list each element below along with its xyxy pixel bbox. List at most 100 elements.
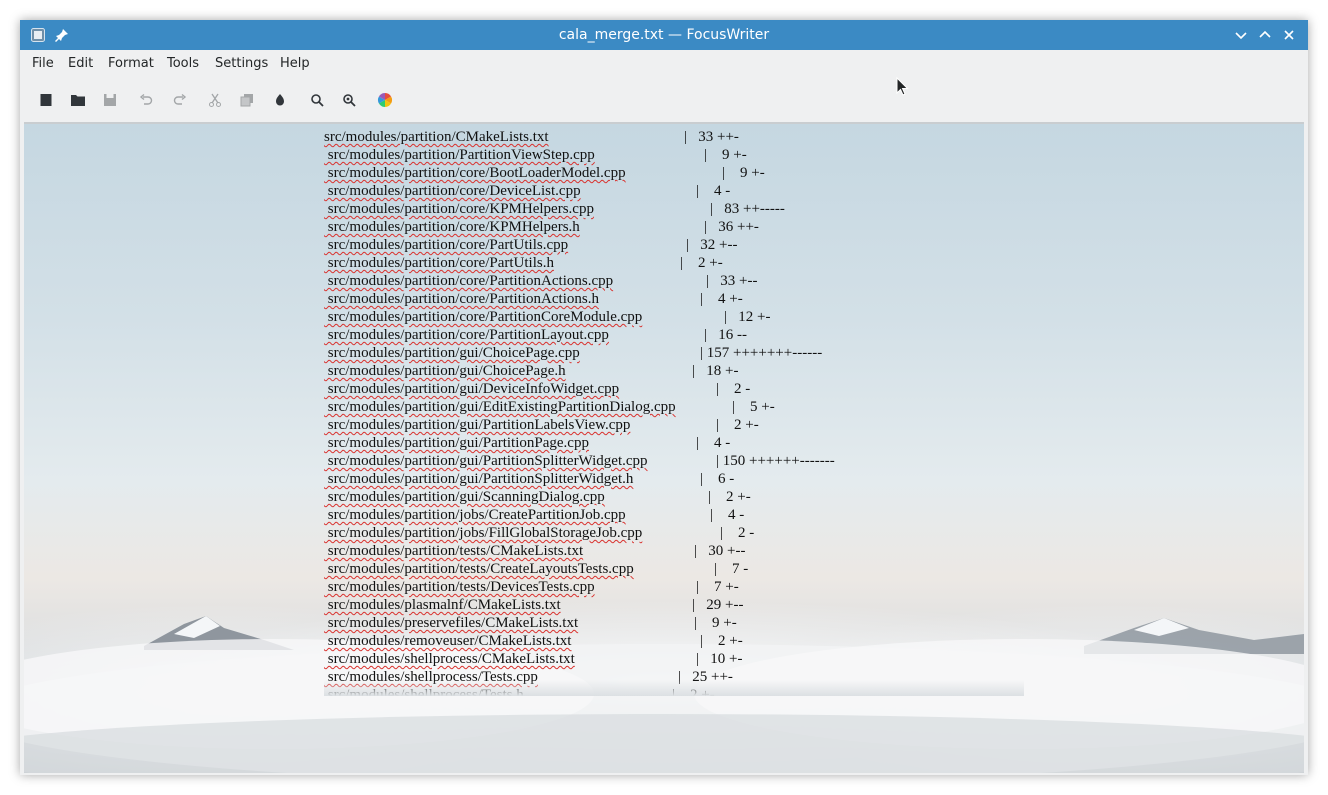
diff-stat-text: | 2 +- <box>716 417 759 433</box>
document-line: src/modules/partition/tests/DevicesTests… <box>324 578 1024 596</box>
diff-stat-text: | 4 - <box>696 183 731 199</box>
diff-stat-text: | 83 ++----- <box>710 201 785 217</box>
open-icon[interactable] <box>69 91 87 109</box>
document-line: src/modules/partition/gui/PartitionSplit… <box>324 470 1024 488</box>
diff-stat-text: | 4 - <box>696 435 731 451</box>
document-text-area[interactable]: src/modules/partition/CMakeLists.txt | 33… <box>324 128 1024 696</box>
document-line: src/modules/partition/jobs/FillGlobalSto… <box>324 524 1024 542</box>
diff-stat-text: | 12 +- <box>724 309 771 325</box>
diff-stat-text: | 29 +-- <box>692 597 744 613</box>
window-title: cala_merge.txt — FocusWriter <box>558 27 770 43</box>
file-path-text: src/modules/partition/tests/CreateLayout… <box>324 561 634 577</box>
focuswriter-window: cala_merge.txt — FocusWriter File Edit F… <box>20 20 1308 775</box>
document-line: src/modules/partition/jobs/CreatePartiti… <box>324 506 1024 524</box>
replace-icon[interactable] <box>340 91 358 109</box>
redo-icon[interactable] <box>171 91 189 109</box>
file-path-text: src/modules/partition/gui/PartitionPage.… <box>324 435 589 451</box>
file-path-text: src/modules/plasmalnf/CMakeLists.txt <box>324 597 561 613</box>
diff-stat-text: | 150 ++++++------- <box>716 453 835 469</box>
file-path-text: src/modules/partition/core/PartitionLayo… <box>324 327 609 343</box>
file-path-text: src/modules/partition/gui/DeviceInfoWidg… <box>324 381 620 397</box>
document-line: src/modules/partition/core/DeviceList.cp… <box>324 182 1024 200</box>
menu-tools[interactable]: Tools <box>167 56 199 71</box>
file-path-text: src/modules/partition/gui/PartitionSplit… <box>324 453 648 469</box>
file-path-text: src/modules/partition/core/PartitionActi… <box>324 291 599 307</box>
copy-icon[interactable] <box>238 91 256 109</box>
document-line: src/modules/plasmalnf/CMakeLists.txt | 29… <box>324 596 1024 614</box>
document-line: src/modules/preservefiles/CMakeLists.txt… <box>324 614 1024 632</box>
diff-stat-text: | 10 +- <box>696 651 743 667</box>
file-path-text: src/modules/partition/jobs/CreatePartiti… <box>324 507 626 523</box>
document-line: src/modules/partition/gui/PartitionPage.… <box>324 434 1024 452</box>
chevron-down-icon[interactable] <box>1232 26 1250 44</box>
diff-stat-text: | 7 - <box>714 561 749 577</box>
diff-stat-text: | 2 - <box>716 381 751 397</box>
file-path-text: src/modules/partition/tests/CMakeLists.t… <box>324 543 584 559</box>
document-line: src/modules/partition/core/PartUtils.cpp… <box>324 236 1024 254</box>
menu-format[interactable]: Format <box>108 56 154 71</box>
document-line: src/modules/partition/gui/PartitionLabel… <box>324 416 1024 434</box>
title-bar[interactable]: cala_merge.txt — FocusWriter <box>20 20 1308 50</box>
file-path-text: src/modules/partition/CMakeLists.txt <box>324 129 549 145</box>
diff-stat-text: | 9 +- <box>704 147 747 163</box>
diff-stat-text: | 2 +- <box>680 255 723 271</box>
menu-file[interactable]: File <box>32 56 54 71</box>
document-line: src/modules/partition/core/PartitionActi… <box>324 290 1024 308</box>
file-path-text: src/modules/shellprocess/CMakeLists.txt <box>324 651 575 667</box>
diff-stat-text: | 30 +-- <box>694 543 746 559</box>
document-line: src/modules/partition/core/KPMHelpers.cp… <box>324 200 1024 218</box>
pin-icon[interactable] <box>54 27 70 43</box>
file-path-text: src/modules/partition/core/PartitionActi… <box>324 273 614 289</box>
document-line: src/modules/partition/tests/CreateLayout… <box>324 560 1024 578</box>
file-path-text: src/modules/partition/core/PartitionCore… <box>324 309 643 325</box>
document-line: src/modules/partition/PartitionViewStep.… <box>324 146 1024 164</box>
document-line: src/modules/partition/gui/DeviceInfoWidg… <box>324 380 1024 398</box>
diff-stat-text: | 18 +- <box>692 363 739 379</box>
diff-stat-text: | 9 +- <box>694 615 737 631</box>
document-line: src/modules/partition/gui/EditExistingPa… <box>324 398 1024 416</box>
diff-stat-text: | 16 -- <box>704 327 747 343</box>
find-icon[interactable] <box>308 91 326 109</box>
diff-stat-text: | 7 +- <box>696 579 739 595</box>
file-path-text: src/modules/partition/core/KPMHelpers.cp… <box>324 201 594 217</box>
file-path-text: src/modules/preservefiles/CMakeLists.txt <box>324 615 579 631</box>
editor-background: src/modules/partition/CMakeLists.txt | 33… <box>24 122 1304 773</box>
diff-stat-text: | 9 +- <box>722 165 765 181</box>
diff-stat-text: | 33 ++- <box>684 129 739 145</box>
scroll-fade <box>324 680 1024 696</box>
file-path-text: src/modules/partition/core/KPMHelpers.h <box>324 219 580 235</box>
app-menu-icon[interactable] <box>30 27 46 43</box>
document-line: src/modules/partition/gui/ScanningDialog… <box>324 488 1024 506</box>
diff-stat-text: | 4 - <box>710 507 745 523</box>
file-path-text: src/modules/partition/core/PartUtils.cpp <box>324 237 569 253</box>
file-path-text: src/modules/partition/gui/EditExistingPa… <box>324 399 676 415</box>
new-icon[interactable] <box>37 91 55 109</box>
themes-icon[interactable] <box>376 91 394 109</box>
document-line: src/modules/partition/core/PartitionCore… <box>324 308 1024 326</box>
diff-stat-text: | 2 +- <box>700 633 743 649</box>
document-line: src/modules/partition/core/PartUtils.h | … <box>324 254 1024 272</box>
menu-settings[interactable]: Settings <box>215 56 268 71</box>
diff-stat-text: | 157 +++++++------ <box>700 345 823 361</box>
close-icon[interactable] <box>1280 26 1298 44</box>
chevron-up-icon[interactable] <box>1256 26 1274 44</box>
file-path-text: src/modules/partition/PartitionViewStep.… <box>324 147 595 163</box>
document-line: src/modules/partition/CMakeLists.txt | 33… <box>324 128 1024 146</box>
menu-help[interactable]: Help <box>280 56 310 71</box>
paste-icon[interactable] <box>271 91 289 109</box>
menu-edit[interactable]: Edit <box>68 56 93 71</box>
save-icon[interactable] <box>101 91 119 109</box>
file-path-text: src/modules/partition/gui/ChoicePage.h <box>324 363 566 379</box>
undo-icon[interactable] <box>137 91 155 109</box>
document-line: src/modules/removeuser/CMakeLists.txt | 2… <box>324 632 1024 650</box>
document-line: src/modules/partition/gui/ChoicePage.cpp… <box>324 344 1024 362</box>
file-path-text: src/modules/partition/gui/ScanningDialog… <box>324 489 605 505</box>
cut-icon[interactable] <box>206 91 224 109</box>
document-line: src/modules/partition/core/PartitionActi… <box>324 272 1024 290</box>
file-path-text: src/modules/partition/jobs/FillGlobalSto… <box>324 525 643 541</box>
file-path-text: src/modules/removeuser/CMakeLists.txt <box>324 633 572 649</box>
diff-stat-text: | 2 - <box>720 525 755 541</box>
diff-stat-text: | 2 +- <box>708 489 751 505</box>
diff-stat-text: | 5 +- <box>732 399 775 415</box>
file-path-text: src/modules/partition/core/PartUtils.h <box>324 255 554 271</box>
